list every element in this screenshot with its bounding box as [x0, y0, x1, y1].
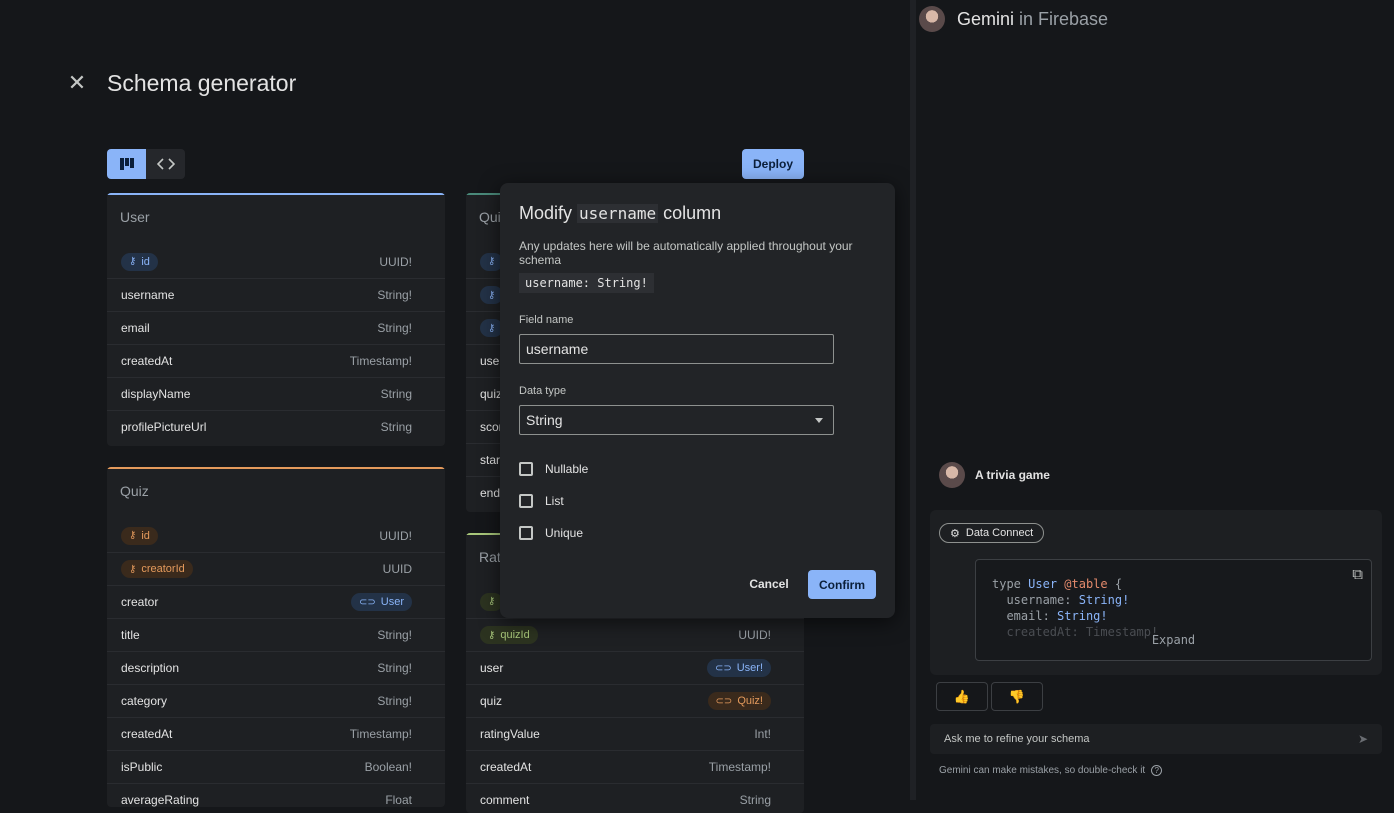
dialog-description: Any updates here will be automatically a…: [519, 239, 853, 267]
table-row[interactable]: user ⊂⊃ User!: [466, 651, 804, 684]
relation-chip[interactable]: ⊂⊃ User: [351, 593, 412, 611]
user-message: A trivia game: [939, 462, 1050, 488]
table-card-quiz: Quiz ⚷ id UUID! ⚷ creatorId UUID creator ⊂…: [107, 467, 445, 807]
cancel-button[interactable]: Cancel: [743, 571, 795, 597]
table-row[interactable]: ⚷ id UUID!: [107, 519, 445, 552]
list-checkbox[interactable]: [519, 494, 533, 508]
table-row[interactable]: quiz ⊂⊃ Quiz!: [466, 684, 804, 717]
unique-checkbox-row[interactable]: Unique: [519, 526, 583, 540]
schema-code-block: type User @table { username: String! ema…: [975, 559, 1372, 661]
table-row[interactable]: averageRating Float: [107, 783, 445, 807]
copy-icon[interactable]: ⧉: [1352, 566, 1363, 582]
data-connect-icon: ⚙: [950, 527, 960, 540]
key-icon: ⚷: [488, 256, 496, 267]
key-icon: ⚷: [488, 289, 496, 301]
send-icon[interactable]: ➤: [1358, 732, 1368, 746]
close-icon[interactable]: ✕: [66, 72, 88, 94]
thumbs-down-icon[interactable]: 👎: [991, 682, 1043, 711]
schema-generator-panel: ✕ Schema generator Deploy User ⚷ id UUID!…: [0, 0, 910, 813]
link-icon: ⊂⊃: [714, 662, 732, 674]
key-icon: ⚷: [488, 596, 496, 607]
avatar: [919, 6, 945, 32]
table-row[interactable]: username String!: [107, 278, 445, 311]
expand-button[interactable]: Expand: [976, 632, 1371, 648]
nullable-checkbox-row[interactable]: Nullable: [519, 462, 588, 476]
gemini-title: Gemini in Firebase: [957, 8, 1109, 29]
table-row[interactable]: ⚷ id UUID!: [107, 245, 445, 278]
view-toggle: [107, 149, 185, 179]
key-icon: ⚷: [129, 256, 137, 267]
key-icon: ⚷: [488, 322, 496, 334]
table-row[interactable]: ⚷ quizId UUID!: [466, 618, 804, 651]
table-row[interactable]: email String!: [107, 311, 445, 344]
primary-key-chip: ⚷ id: [121, 252, 158, 271]
gemini-panel: Gemini in Firebase A trivia game ⚙ Data …: [916, 0, 1394, 800]
card-title: Quiz: [120, 483, 149, 499]
field-name-label: Field name: [519, 314, 574, 326]
page-title: Schema generator: [107, 70, 297, 96]
relation-chip[interactable]: ⊂⊃ User!: [706, 659, 771, 677]
key-icon: ⚷: [488, 629, 496, 641]
key-icon: ⚷: [129, 530, 137, 541]
foreign-key-chip: ⚷ creatorId: [121, 560, 193, 578]
deploy-button[interactable]: Deploy: [742, 149, 804, 179]
table-row[interactable]: ⚷ creatorId UUID: [107, 552, 445, 585]
visual-view-icon[interactable]: [107, 149, 146, 179]
link-icon: ⊂⊃: [715, 695, 733, 707]
avatar: [939, 462, 965, 488]
relation-chip[interactable]: ⊂⊃ Quiz!: [707, 692, 771, 710]
card-title: User: [120, 209, 150, 225]
confirm-button[interactable]: Confirm: [808, 570, 876, 599]
table-row[interactable]: creator ⊂⊃ User: [107, 585, 445, 618]
dropdown-caret-icon: [815, 417, 823, 423]
field-definition-code: username: String!: [519, 273, 654, 293]
table-card-user: User ⚷ id UUID! username String! email Stri…: [107, 193, 445, 446]
unique-checkbox[interactable]: [519, 526, 533, 540]
data-type-label: Data type: [519, 385, 567, 397]
table-row[interactable]: ratingValue Int!: [466, 717, 804, 750]
table-row[interactable]: createdAt Timestamp!: [107, 344, 445, 377]
table-row[interactable]: description String!: [107, 651, 445, 684]
code-view-icon[interactable]: [146, 149, 185, 179]
table-row[interactable]: displayName String: [107, 377, 445, 410]
list-checkbox-row[interactable]: List: [519, 494, 564, 508]
ai-response: ⚙ Data Connect type User @table { userna…: [930, 510, 1382, 675]
disclaimer: Gemini can make mistakes, so double-chec…: [939, 765, 1163, 776]
data-type-select[interactable]: String: [519, 405, 834, 435]
gemini-header: Gemini in Firebase: [919, 6, 1108, 32]
table-row[interactable]: isPublic Boolean!: [107, 750, 445, 783]
table-row[interactable]: createdAt Timestamp!: [107, 717, 445, 750]
nullable-checkbox[interactable]: [519, 462, 533, 476]
table-row[interactable]: category String!: [107, 684, 445, 717]
table-row[interactable]: comment String: [466, 783, 804, 813]
table-row[interactable]: title String!: [107, 618, 445, 651]
field-name-input[interactable]: [519, 334, 834, 364]
link-icon: ⊂⊃: [359, 596, 376, 608]
table-row[interactable]: createdAt Timestamp!: [466, 750, 804, 783]
data-connect-chip: ⚙ Data Connect: [939, 523, 1045, 543]
key-icon: ⚷: [129, 563, 137, 575]
table-row[interactable]: profilePictureUrl String: [107, 410, 445, 443]
modify-column-dialog: Modify username column Any updates here …: [500, 183, 895, 618]
prompt-input[interactable]: Ask me to refine your schema ➤: [930, 724, 1382, 754]
foreign-key-chip: ⚷ quizId: [480, 626, 538, 644]
info-icon[interactable]: ?: [1151, 765, 1163, 776]
dialog-title: Modify username column: [519, 203, 722, 223]
primary-key-chip: ⚷ id: [121, 526, 158, 545]
thumbs-up-icon[interactable]: 👍: [936, 682, 988, 711]
